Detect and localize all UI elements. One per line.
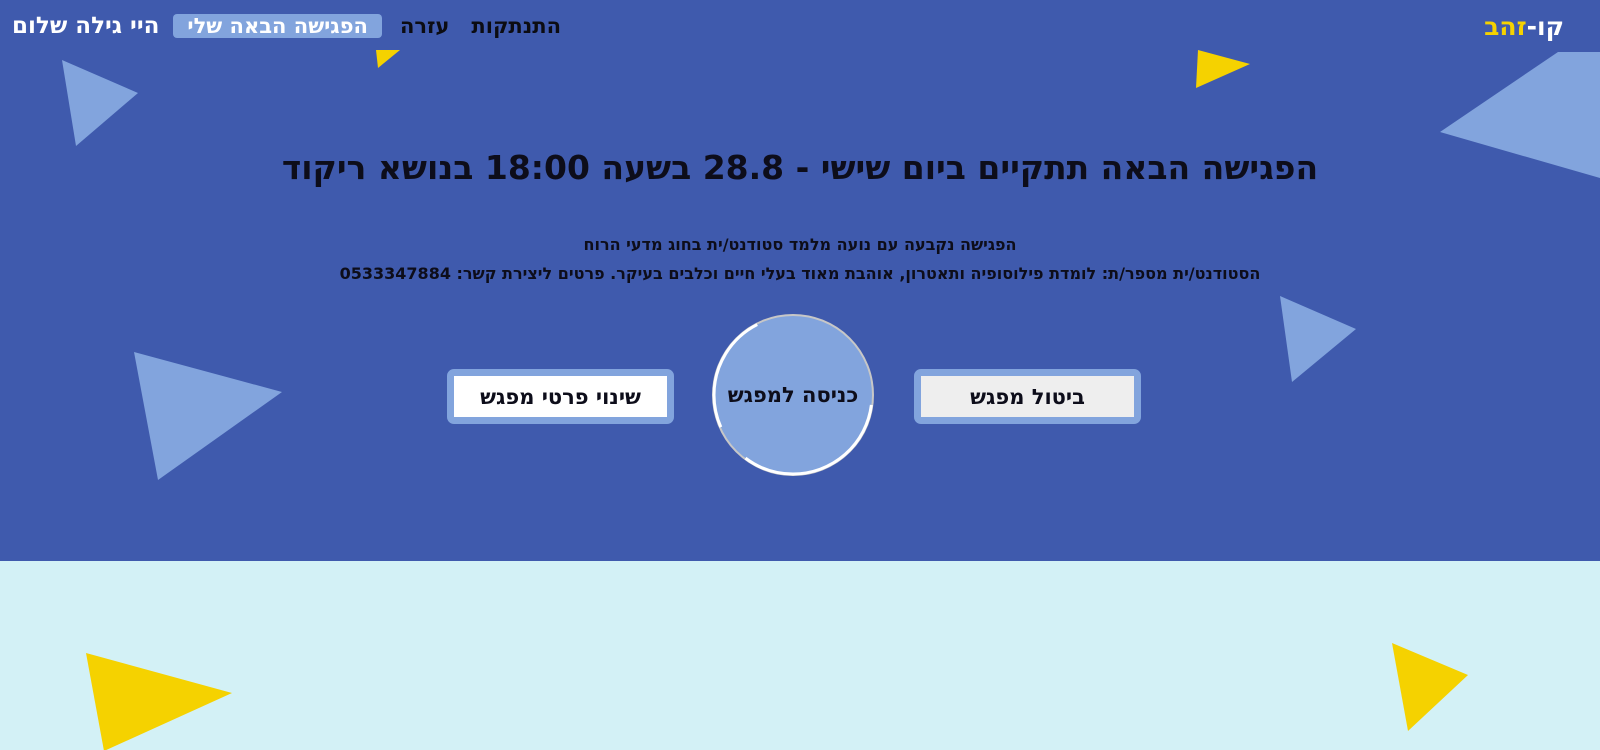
decor-triangle <box>134 352 282 480</box>
page: קו-זהב היי גילה שלום הפגישה הבאה שלי עזר… <box>0 0 1600 750</box>
nav-item-next-meeting[interactable]: הפגישה הבאה שלי <box>173 14 382 38</box>
cancel-meeting-button[interactable]: ביטול מפגש <box>914 369 1141 424</box>
nav-item-logout[interactable]: התנתקות <box>467 12 565 40</box>
decor-triangle <box>1280 296 1356 382</box>
meeting-details-partner: הפגישה נקבעה עם נועה מלמד סטודנט/ית בחוג… <box>583 235 1017 254</box>
nav-item-help[interactable]: עזרה <box>396 12 453 40</box>
user-greeting: היי גילה שלום <box>12 13 160 39</box>
decor-triangle <box>86 653 232 750</box>
logo-text-primary: קו <box>1537 12 1564 41</box>
decor-triangle <box>1196 50 1250 88</box>
enter-meeting-label: כניסה למפגש <box>727 383 859 407</box>
brand-logo[interactable]: קו-זהב <box>1484 12 1564 41</box>
logo-text-accent: זהב <box>1484 12 1527 41</box>
meeting-headline: הפגישה הבאה תתקיים ביום שישי - 28.8 בשעה… <box>281 148 1319 187</box>
logo-separator: - <box>1526 12 1537 41</box>
decor-triangle <box>1392 643 1468 731</box>
decor-triangle <box>62 60 138 146</box>
change-meeting-details-button[interactable]: שינוי פרטי מפגש <box>447 369 674 424</box>
lower-section <box>0 561 1600 750</box>
decor-triangle <box>376 50 400 68</box>
enter-meeting-button[interactable]: כניסה למפגש <box>712 314 874 476</box>
meeting-details-student: הסטודנט/ית מספר/ת: לומדת פילוסופיה ותאטר… <box>339 264 1261 283</box>
hero-section: קו-זהב היי גילה שלום הפגישה הבאה שלי עזר… <box>0 0 1600 561</box>
top-nav: היי גילה שלום הפגישה הבאה שלי עזרה התנתק… <box>12 12 565 40</box>
